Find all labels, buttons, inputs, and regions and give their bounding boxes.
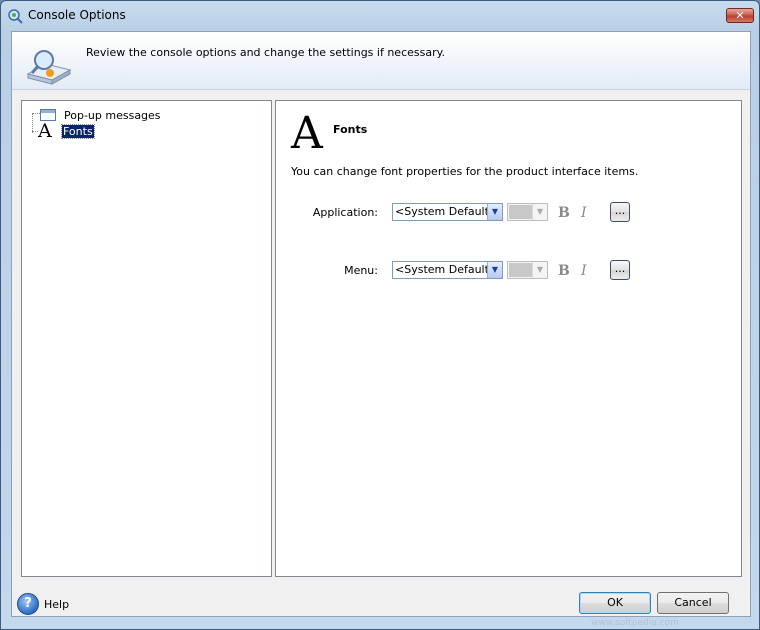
more-font-options-button[interactable]: ... xyxy=(610,260,630,280)
ok-button[interactable]: OK xyxy=(579,592,651,614)
console-options-window: Console Options ✕ Review the console opt… xyxy=(0,0,760,630)
window-title: Console Options xyxy=(28,8,126,22)
tree-item-label: Pop-up messages xyxy=(64,108,161,122)
titlebar[interactable]: Console Options ✕ xyxy=(1,1,759,31)
help-question-icon: ? xyxy=(17,593,39,615)
settings-panel: A Fonts You can change font properties f… xyxy=(275,100,742,577)
font-size-select[interactable]: ▼ xyxy=(507,203,548,221)
font-family-select[interactable]: <System Default> ▼ xyxy=(392,261,503,279)
font-row-application: Application: <System Default> ▼ ▼ B I ..… xyxy=(276,201,741,223)
size-value-field xyxy=(509,263,532,277)
selected-font: <System Default> xyxy=(395,205,499,218)
watermark: www.softpedia.com xyxy=(591,618,679,628)
section-title: Fonts xyxy=(333,123,368,136)
bold-toggle[interactable]: B xyxy=(558,263,570,279)
tree-connector xyxy=(32,113,40,114)
row-label: Application: xyxy=(312,206,378,219)
selected-font: <System Default> xyxy=(395,263,499,276)
font-a-icon: A xyxy=(38,120,52,142)
size-value-field xyxy=(509,205,532,219)
font-section-icon: A xyxy=(291,108,323,159)
tree-item-popup-messages[interactable]: Pop-up messages xyxy=(40,107,161,123)
console-options-icon xyxy=(26,50,72,85)
row-label: Menu: xyxy=(344,264,378,277)
tree-item-fonts[interactable]: A Fonts xyxy=(38,120,95,142)
font-row-menu: Menu: <System Default> ▼ ▼ B I ... xyxy=(276,259,741,281)
options-tree[interactable]: Pop-up messages A Fonts xyxy=(21,100,272,577)
cancel-button[interactable]: Cancel xyxy=(657,592,729,614)
chevron-down-icon[interactable]: ▼ xyxy=(532,204,547,220)
chevron-down-icon[interactable]: ▼ xyxy=(487,204,502,220)
chevron-down-icon[interactable]: ▼ xyxy=(532,262,547,278)
bold-toggle[interactable]: B xyxy=(558,205,570,221)
dialog-header: Review the console options and change th… xyxy=(12,32,750,90)
help-link[interactable]: ? Help xyxy=(17,593,69,615)
app-icon xyxy=(8,9,23,24)
close-button[interactable]: ✕ xyxy=(726,8,754,23)
italic-toggle[interactable]: I xyxy=(581,263,587,279)
font-family-select[interactable]: <System Default> ▼ xyxy=(392,203,503,221)
header-description: Review the console options and change th… xyxy=(86,46,446,59)
tree-item-label: Fonts xyxy=(61,123,95,139)
dialog-client-area: Review the console options and change th… xyxy=(11,31,751,617)
tree-connector xyxy=(32,113,33,133)
italic-toggle[interactable]: I xyxy=(581,205,587,221)
section-description: You can change font properties for the p… xyxy=(291,165,639,178)
font-size-select[interactable]: ▼ xyxy=(507,261,548,279)
chevron-down-icon[interactable]: ▼ xyxy=(487,262,502,278)
more-font-options-button[interactable]: ... xyxy=(610,202,630,222)
help-label: Help xyxy=(44,597,70,611)
